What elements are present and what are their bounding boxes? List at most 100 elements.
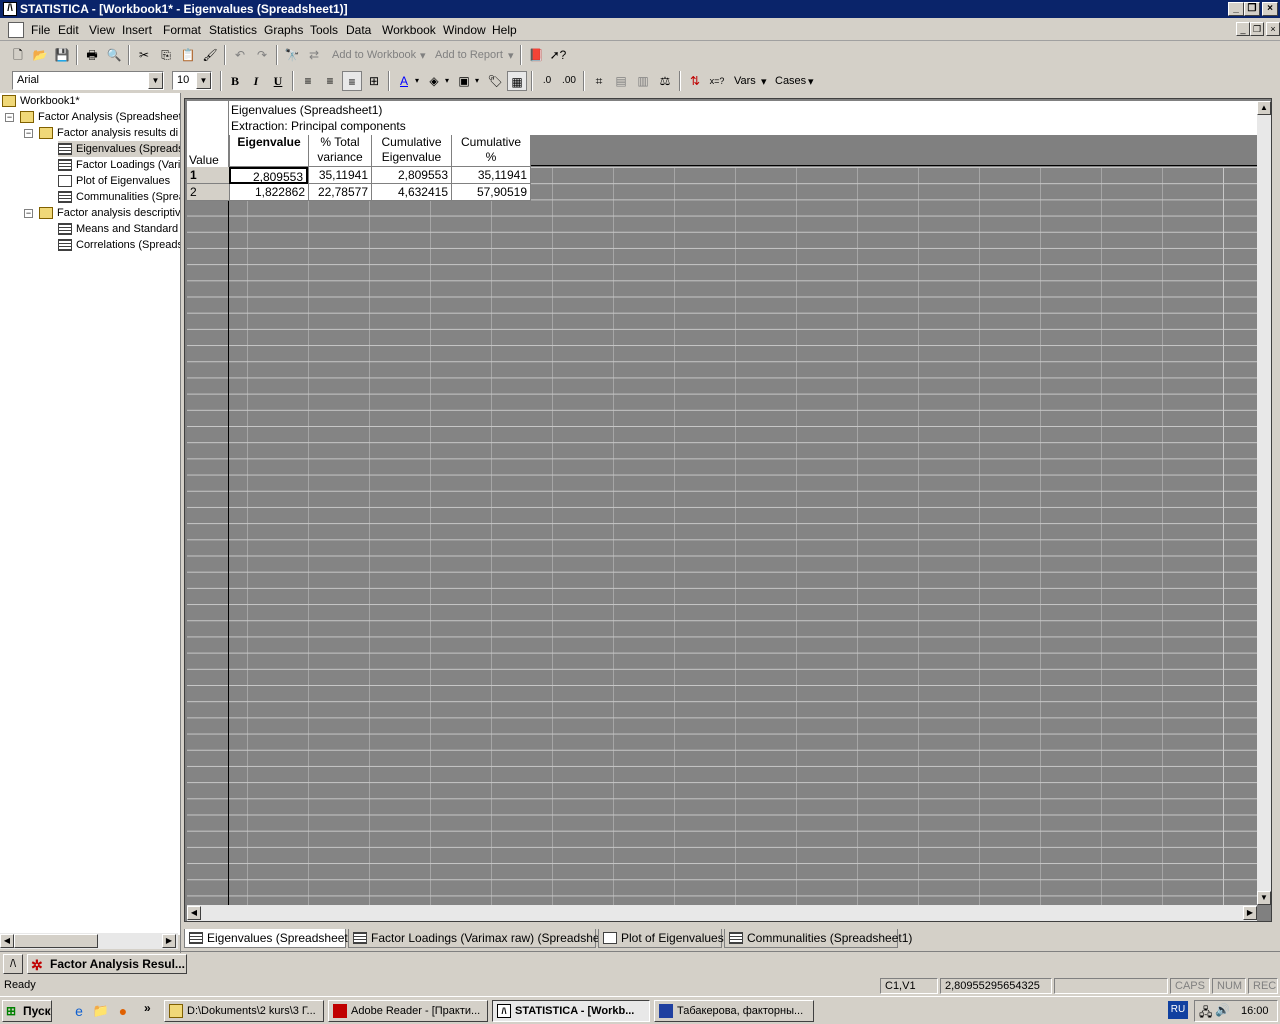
scroll-left-icon[interactable]: ◀ [0, 934, 14, 948]
table-cell[interactable]: 57,90519 [451, 184, 531, 201]
table-cell[interactable]: 22,78577 [308, 184, 371, 201]
new-icon[interactable]: 🗋 [8, 45, 28, 65]
tree-item-factor-loadings[interactable]: Factor Loadings (Vari [58, 157, 180, 173]
cases-button[interactable]: Cases [775, 75, 806, 87]
add-to-workbook-button[interactable]: Add to Workbook [332, 49, 416, 61]
network-icon[interactable]: 🖧 [1199, 1003, 1212, 1024]
scroll-right-icon[interactable]: ▶ [1243, 906, 1257, 920]
tree-item-factor-analysis[interactable]: Factor Analysis (Spreadsheet [20, 109, 180, 125]
merge-icon[interactable]: ⊞ [364, 71, 384, 91]
column-header-eigenvalue[interactable]: Eigenvalue [229, 135, 308, 167]
print-preview-icon[interactable]: 🔍 [104, 45, 124, 65]
document-icon[interactable] [8, 22, 24, 38]
fill-color-icon[interactable]: ◈ [424, 71, 444, 91]
tree-item-means[interactable]: Means and Standard [58, 221, 180, 237]
spreadsheet-spec-icon[interactable]: ▥ [633, 71, 653, 91]
context-help-icon[interactable]: ➚? [548, 45, 568, 65]
menu-insert[interactable]: Insert [122, 23, 152, 37]
scroll-up-icon[interactable]: ▲ [1257, 101, 1271, 115]
marking-icon[interactable]: ⚖ [655, 71, 675, 91]
menu-file[interactable]: File [31, 23, 50, 37]
font-color-icon[interactable]: A [394, 71, 414, 91]
tag-icon[interactable]: 🏷 [485, 71, 505, 91]
horizontal-scrollbar[interactable]: ◀ ▶ [187, 905, 1257, 921]
find-icon[interactable]: 🔭 [282, 45, 302, 65]
clock[interactable]: 16:00 [1241, 1005, 1269, 1017]
case-spec-icon[interactable]: ▤ [611, 71, 631, 91]
scroll-down-icon[interactable]: ▼ [1257, 891, 1271, 905]
scroll-left-icon[interactable]: ◀ [187, 906, 201, 920]
column-header-total-variance[interactable]: % Total variance [308, 135, 371, 167]
chevron-down-icon[interactable]: ▼ [148, 72, 163, 89]
taskbar-statistica[interactable]: /\ STATISTICA - [Workb... [492, 1000, 650, 1022]
font-color-dropdown-icon[interactable]: ▾ [412, 71, 422, 91]
column-header-cumulative-eigenvalue[interactable]: Cumulative Eigenvalue [371, 135, 451, 167]
volume-icon[interactable]: 🔊 [1215, 1003, 1230, 1017]
add-to-report-dropdown-icon[interactable]: ▾ [508, 49, 514, 62]
align-right-icon[interactable]: ≡ [342, 71, 362, 91]
menu-view[interactable]: View [89, 23, 115, 37]
menu-tools[interactable]: Tools [310, 23, 338, 37]
sort-icon[interactable]: ⇅ [685, 71, 705, 91]
statistics-book-icon[interactable]: 📕 [526, 45, 546, 65]
table-cell[interactable]: 4,632415 [371, 184, 451, 201]
taskbar-adobe[interactable]: Adobe Reader - [Практи... [328, 1000, 488, 1022]
menu-statistics[interactable]: Statistics [209, 23, 257, 37]
menu-data[interactable]: Data [346, 23, 371, 37]
close-button[interactable]: × [1262, 2, 1278, 16]
quick-launch-more[interactable]: » [144, 1001, 151, 1015]
table-cell[interactable]: 1,822862 [229, 184, 308, 201]
cases-dropdown-icon[interactable]: ▾ [808, 75, 814, 88]
borders-icon[interactable]: ▣ [454, 71, 474, 91]
borders-dropdown-icon[interactable]: ▾ [472, 71, 482, 91]
tree-item-plot-eigenvalues[interactable]: Plot of Eigenvalues [58, 173, 180, 189]
undo-icon[interactable]: ↶ [230, 45, 250, 65]
x-equals-icon[interactable]: x=? [707, 71, 727, 91]
statistica-icon[interactable]: /\ [3, 2, 17, 16]
redo-icon[interactable]: ↷ [252, 45, 272, 65]
collapse-icon[interactable]: − [24, 129, 33, 138]
firefox-icon[interactable]: ● [114, 1002, 132, 1020]
restore-button[interactable]: ❐ [1244, 2, 1260, 16]
format-painter-icon[interactable]: 🖌 [200, 45, 220, 65]
open-icon[interactable]: 📂 [30, 45, 50, 65]
tree-item-descriptives[interactable]: Factor analysis descriptiv [39, 205, 180, 221]
minimize-button[interactable]: _ [1228, 2, 1244, 16]
folder-icon[interactable]: 📁 [92, 1002, 110, 1020]
menu-format[interactable]: Format [163, 23, 201, 37]
title-bar[interactable]: /\ STATISTICA - [Workbook1* - Eigenvalue… [0, 0, 1280, 18]
menu-graphs[interactable]: Graphs [264, 23, 303, 37]
menu-help[interactable]: Help [492, 23, 517, 37]
add-to-workbook-dropdown-icon[interactable]: ▾ [420, 49, 426, 62]
cut-icon[interactable]: ✂ [134, 45, 154, 65]
paste-icon[interactable]: 📋 [178, 45, 198, 65]
tree-item-eigenvalues[interactable]: Eigenvalues (Spreads [58, 141, 180, 157]
vertical-scrollbar[interactable]: ▲ ▼ [1257, 101, 1271, 905]
tree-root[interactable]: Workbook1* [2, 93, 80, 109]
column-header-cumulative-percent[interactable]: Cumulative% [451, 135, 531, 167]
save-icon[interactable]: 💾 [52, 45, 72, 65]
tab-plot-eigenvalues[interactable]: Plot of Eigenvalues [598, 929, 724, 948]
vars-button[interactable]: Vars [734, 75, 756, 87]
variable-specs-icon[interactable]: ⌗ [589, 71, 609, 91]
tab-communalities[interactable]: Communalities (Spreadsheet1) [724, 929, 912, 948]
taskbar-word[interactable]: Табакерова, факторны... [654, 1000, 814, 1022]
statistica-icon[interactable]: /\ [3, 954, 23, 974]
mdi-close-button[interactable]: × [1266, 22, 1280, 36]
align-left-icon[interactable]: ≡ [298, 71, 318, 91]
replace-icon[interactable]: ⇄ [304, 45, 324, 65]
tab-eigenvalues[interactable]: Eigenvalues (Spreadsheet1) [184, 929, 358, 948]
tree-item-results[interactable]: Factor analysis results di [39, 125, 180, 141]
tree-item-communalities[interactable]: Communalities (Sprea [58, 189, 180, 205]
tree-hscrollbar[interactable]: ◀ ▶ [0, 933, 178, 949]
tree-item-correlations[interactable]: Correlations (Spreads [58, 237, 180, 253]
decrease-decimal-icon[interactable]: .00 [559, 71, 579, 91]
internet-explorer-icon[interactable]: e [70, 1002, 88, 1020]
add-to-report-button[interactable]: Add to Report [435, 49, 503, 61]
start-button[interactable]: ⊞ Пуск [2, 1000, 52, 1022]
language-indicator[interactable]: RU [1168, 1001, 1188, 1019]
row-header[interactable]: 2 [187, 184, 229, 201]
align-center-icon[interactable]: ≡ [320, 71, 340, 91]
mdi-task-button[interactable]: ✲ Factor Analysis Resul... [27, 954, 187, 974]
vars-dropdown-icon[interactable]: ▾ [761, 75, 767, 88]
